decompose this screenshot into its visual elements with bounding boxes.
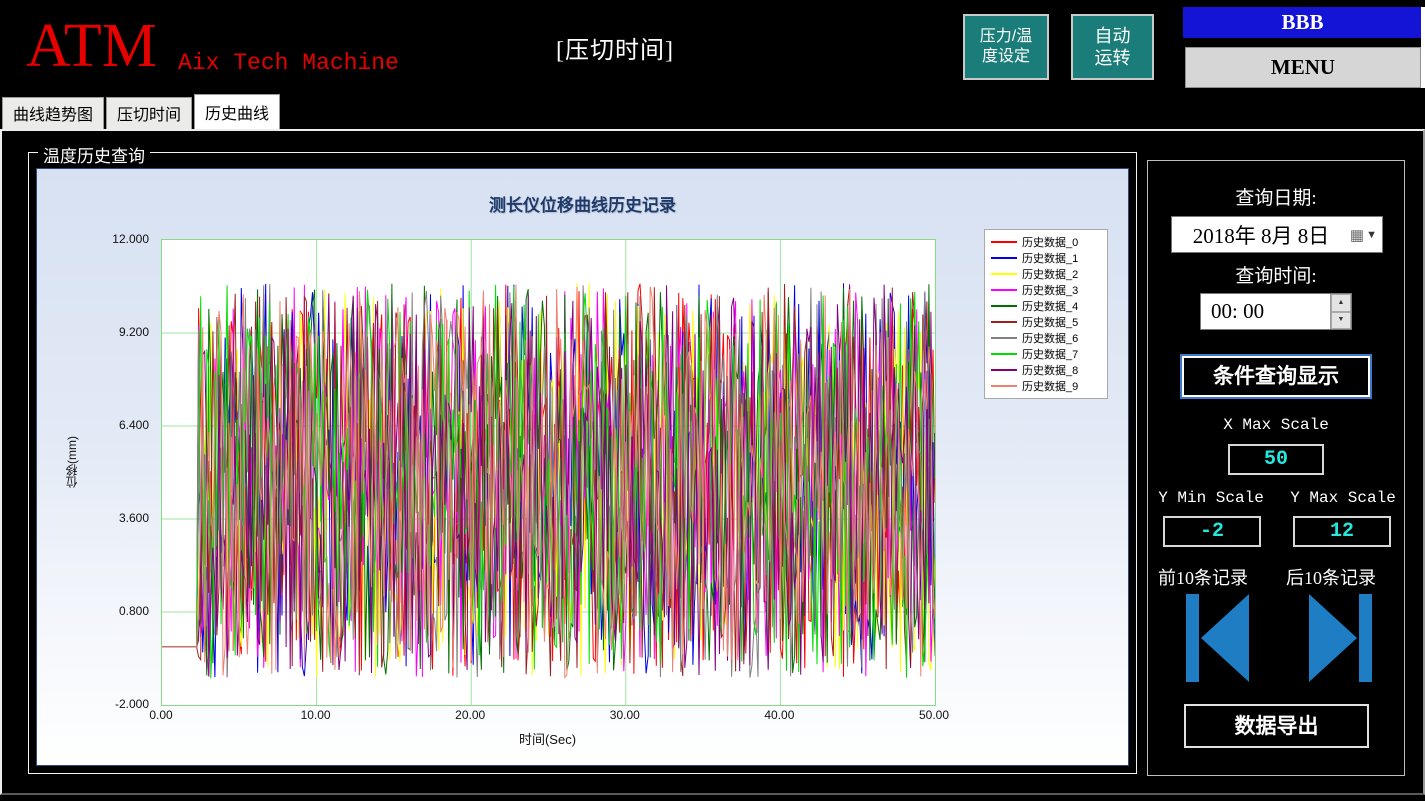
legend-label: 历史数据_4 bbox=[1022, 301, 1079, 313]
legend-item: 历史数据_0 bbox=[991, 234, 1107, 250]
spinner-down-button[interactable]: ▼ bbox=[1331, 311, 1351, 329]
conditional-query-button[interactable]: 条件查询显示 bbox=[1182, 356, 1370, 397]
tab-1[interactable]: 曲线趋势图 bbox=[2, 97, 105, 129]
y-max-scale-input[interactable]: 12 bbox=[1293, 516, 1391, 547]
legend-item: 历史数据_8 bbox=[991, 362, 1107, 378]
legend-swatch bbox=[991, 257, 1017, 259]
header-right-edge bbox=[1421, 7, 1425, 88]
legend-swatch bbox=[991, 321, 1017, 323]
app-logo-subtitle: Aix Tech Machine bbox=[178, 50, 399, 76]
auto-run-button[interactable]: 自动 运转 bbox=[1071, 14, 1154, 80]
page-title: [压切时间] bbox=[556, 38, 674, 64]
skip-back-triangle-icon bbox=[1201, 594, 1249, 682]
calendar-icon: ▦ bbox=[1349, 226, 1365, 244]
chart-plot-area bbox=[161, 239, 936, 706]
x-tick-label: 30.00 bbox=[609, 708, 640, 722]
legend-swatch bbox=[991, 385, 1017, 387]
legend-label: 历史数据_5 bbox=[1022, 317, 1079, 329]
query-date-value: 2018年 8月 8日 bbox=[1192, 223, 1330, 248]
data-export-button[interactable]: 数据导出 bbox=[1184, 704, 1369, 748]
x-tick-label: 10.00 bbox=[300, 708, 331, 722]
x-axis-ticks: 0.00 10.00 20.00 30.00 40.00 50.00 bbox=[149, 708, 949, 724]
legend-swatch bbox=[991, 273, 1017, 275]
tab-2[interactable]: 压切时间 bbox=[106, 97, 193, 129]
pressure-temp-setting-label-line2: 度设定 bbox=[981, 48, 1030, 65]
legend-swatch bbox=[991, 289, 1017, 291]
legend-item: 历史数据_3 bbox=[991, 282, 1107, 298]
legend-swatch bbox=[991, 353, 1017, 355]
y-tick-label: 3.600 bbox=[118, 511, 149, 525]
legend-label: 历史数据_7 bbox=[1022, 349, 1079, 361]
next-records-button[interactable] bbox=[1309, 594, 1372, 682]
prev-records-button[interactable] bbox=[1186, 594, 1249, 682]
skip-forward-icon bbox=[1359, 594, 1372, 682]
x-tick-label: 20.00 bbox=[455, 708, 486, 722]
y-min-scale-label: Y Min Scale bbox=[1158, 489, 1264, 507]
next-records-label: 后10条记录 bbox=[1286, 568, 1376, 588]
legend-item: 历史数据_2 bbox=[991, 266, 1107, 282]
legend-swatch bbox=[991, 305, 1017, 307]
chevron-down-icon: ▼ bbox=[1366, 228, 1377, 241]
pressure-temp-setting-label-line1: 压力/温 bbox=[979, 28, 1033, 45]
tab-3[interactable]: 历史曲线 bbox=[194, 94, 281, 129]
pressure-temp-setting-button[interactable]: 压力/温 度设定 bbox=[963, 14, 1049, 80]
x-tick-label: 50.00 bbox=[918, 708, 950, 722]
legend-item: 历史数据_1 bbox=[991, 250, 1107, 266]
query-date-label: 查询日期: bbox=[1235, 188, 1317, 209]
chart-legend: 历史数据_0 历史数据_1 历史数据_2 历史数据_3 历史数据_4 历史数据_5 历史数据… bbox=[984, 229, 1108, 399]
legend-swatch bbox=[991, 369, 1017, 371]
chart-series-canvas bbox=[162, 240, 935, 705]
legend-swatch bbox=[991, 241, 1017, 243]
y-tick-label: 6.400 bbox=[118, 418, 149, 432]
legend-label: 历史数据_9 bbox=[1022, 381, 1079, 393]
x-tick-label: 0.00 bbox=[149, 708, 173, 722]
auto-run-label-line2: 运转 bbox=[1094, 48, 1131, 68]
query-panel: 查询日期: 2018年 8月 8日 ▦ ▼ 查询时间: 00: 00 ▲ ▼ 条… bbox=[1147, 160, 1405, 776]
history-query-groupbox-title: 温度历史查询 bbox=[38, 142, 150, 167]
legend-label: 历史数据_8 bbox=[1022, 365, 1079, 377]
query-date-picker[interactable]: 2018年 8月 8日 ▦ ▼ bbox=[1171, 216, 1383, 253]
legend-label: 历史数据_3 bbox=[1022, 285, 1079, 297]
menu-button[interactable]: MENU bbox=[1185, 47, 1421, 88]
prev-records-label: 前10条记录 bbox=[1158, 568, 1248, 588]
x-tick-label: 40.00 bbox=[764, 708, 795, 722]
spinner-up-button[interactable]: ▲ bbox=[1331, 294, 1351, 312]
tab-bar: 曲线趋势图 压切时间 历史曲线 bbox=[2, 94, 281, 129]
legend-item: 历史数据_5 bbox=[991, 314, 1107, 330]
legend-label: 历史数据_2 bbox=[1022, 269, 1079, 281]
auto-run-label-line1: 自动 bbox=[1094, 25, 1131, 46]
y-tick-label: 12.000 bbox=[112, 232, 149, 246]
x-axis-title: 时间(Sec) bbox=[518, 732, 577, 747]
legend-item: 历史数据_4 bbox=[991, 298, 1107, 314]
x-max-scale-input[interactable]: 50 bbox=[1228, 444, 1324, 475]
legend-label: 历史数据_1 bbox=[1022, 253, 1079, 265]
chart-title: 测长仪位移曲线历史记录 bbox=[489, 196, 676, 215]
hmi-screen: ATM Aix Tech Machine [压切时间] 压力/温 度设定 自动 … bbox=[0, 0, 1425, 801]
legend-swatch bbox=[991, 337, 1017, 339]
x-max-scale-label: X Max Scale bbox=[1223, 416, 1329, 434]
query-time-value: 00: 00 bbox=[1211, 299, 1265, 323]
y-axis-title: 位移(mm) bbox=[65, 436, 79, 488]
legend-item: 历史数据_7 bbox=[991, 346, 1107, 362]
legend-item: 历史数据_9 bbox=[991, 378, 1107, 394]
legend-label: 历史数据_0 bbox=[1022, 237, 1079, 249]
query-time-input[interactable]: 00: 00 ▲ ▼ bbox=[1200, 293, 1352, 330]
y-tick-label: -2.000 bbox=[114, 697, 149, 711]
history-chart: 测长仪位移曲线历史记录 12.000 9.200 6.400 3.600 0.800 -2… bbox=[36, 168, 1129, 766]
y-axis-ticks: 12.000 9.200 6.400 3.600 0.800 -2.000 bbox=[37, 232, 155, 711]
status-banner: BBB bbox=[1183, 7, 1422, 38]
skip-forward-triangle-icon bbox=[1309, 594, 1357, 682]
y-min-scale-input[interactable]: -2 bbox=[1163, 516, 1261, 547]
y-max-scale-label: Y Max Scale bbox=[1290, 489, 1396, 507]
query-time-label: 查询时间: bbox=[1235, 266, 1317, 287]
y-tick-label: 9.200 bbox=[118, 325, 149, 339]
legend-label: 历史数据_6 bbox=[1022, 333, 1079, 345]
skip-back-icon bbox=[1186, 594, 1199, 682]
time-spinner: ▲ ▼ bbox=[1330, 294, 1351, 329]
legend-item: 历史数据_6 bbox=[991, 330, 1107, 346]
y-tick-label: 0.800 bbox=[118, 604, 149, 618]
app-logo: ATM bbox=[26, 12, 157, 80]
